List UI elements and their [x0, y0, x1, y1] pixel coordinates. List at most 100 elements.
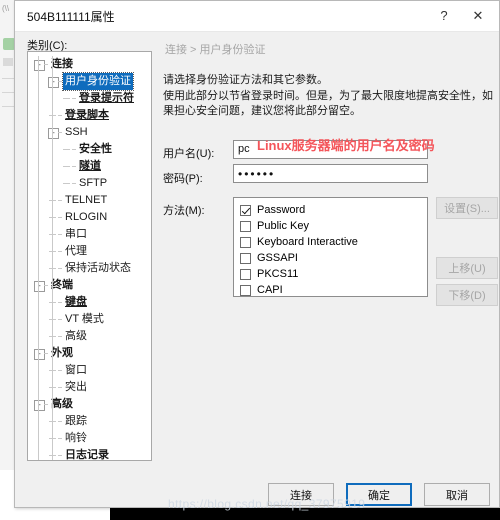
tree-connector: [72, 98, 76, 99]
tree-item[interactable]: RLOGIN: [28, 209, 151, 226]
tree-item-label: 登录提示符: [79, 92, 134, 104]
category-tree[interactable]: - 连接 - 用户身份验证 登录提示符 登录脚本 - SSH 安全性 隧道 SFTP TELNET RL…: [27, 51, 152, 461]
tree-item[interactable]: 高级: [28, 328, 151, 345]
help-icon[interactable]: ?: [427, 1, 461, 30]
username-input[interactable]: pc: [233, 140, 428, 159]
tree-item[interactable]: - 连接: [28, 56, 151, 73]
tree-item[interactable]: - 终端: [28, 277, 151, 294]
tree-item[interactable]: 登录提示符: [28, 90, 151, 107]
tree-connector: [58, 268, 62, 269]
tree-item[interactable]: 键盘: [28, 294, 151, 311]
tree-item-label: 保持活动状态: [65, 262, 131, 274]
method-label-text: Password: [257, 204, 306, 216]
tree-item[interactable]: 响铃: [28, 430, 151, 447]
tree-item[interactable]: - 用户身份验证: [28, 72, 151, 91]
breadcrumb: 连接 > 用户身份验证: [165, 44, 266, 56]
tree-connector: [63, 166, 70, 167]
tree-connector: [72, 183, 76, 184]
tree-connector: [58, 234, 62, 235]
username-label: 用户名(U):: [163, 148, 215, 160]
tree-item[interactable]: SFTP: [28, 175, 151, 192]
checkbox-icon[interactable]: [240, 236, 251, 248]
move-up-button[interactable]: 上移(U): [436, 257, 498, 279]
tree-item[interactable]: 跟踪: [28, 413, 151, 430]
password-input[interactable]: ••••••: [233, 164, 428, 183]
tree-guide-line: [52, 56, 53, 460]
method-list[interactable]: Password Public Key Keyboard Interactive GS…: [233, 197, 428, 297]
checkbox-icon[interactable]: [240, 284, 251, 296]
background-file-icon: [3, 58, 13, 66]
tree-connector: [58, 132, 62, 133]
tree-item[interactable]: 日志记录: [28, 447, 151, 461]
window-title: 504B111111属性: [27, 9, 115, 24]
method-checkbox-row[interactable]: GSSAPI: [240, 250, 427, 266]
tree-connector: [44, 353, 48, 354]
tree-item-label: RLOGIN: [65, 211, 108, 223]
tree-connector: [58, 438, 62, 439]
tree-item-label: 隧道: [79, 160, 101, 172]
tree-item-label: SSH: [65, 126, 88, 138]
tree-item[interactable]: 窗口: [28, 362, 151, 379]
tree-item-label: 用户身份验证: [62, 72, 134, 91]
tree-connector: [58, 387, 62, 388]
tree-item[interactable]: 代理: [28, 243, 151, 260]
tree-item[interactable]: - SSH: [28, 124, 151, 141]
method-checkbox-row[interactable]: Public Key: [240, 218, 427, 234]
settings-button[interactable]: 设置(S)...: [436, 197, 498, 219]
tree-connector: [58, 81, 62, 82]
tree-connector: [58, 319, 62, 320]
method-checkbox-row[interactable]: CAPI: [240, 282, 427, 298]
tree-item-label: SFTP: [79, 177, 108, 189]
tree-item-label: 高级: [65, 330, 87, 342]
method-label: 方法(M):: [163, 205, 205, 217]
tree-connector: [58, 251, 62, 252]
title-bar-buttons: ? ✕: [427, 1, 495, 30]
tree-expander-icon[interactable]: -: [48, 77, 59, 88]
tree-item[interactable]: 安全性: [28, 141, 151, 158]
tree-guide-line: [38, 56, 39, 460]
checkbox-checked-icon[interactable]: [240, 204, 251, 216]
description-line-2: 使用此部分以节省登录时间。但是，为了最大限度地提高安全性，如果担心安全问题，建议…: [163, 90, 493, 117]
tree-connector: [63, 98, 70, 99]
tree-item[interactable]: - 高级: [28, 396, 151, 413]
method-checkbox-row[interactable]: Password: [240, 202, 427, 218]
tree-expander-icon[interactable]: -: [48, 128, 59, 139]
tree-item-label: 安全性: [79, 143, 112, 155]
close-icon[interactable]: ✕: [461, 1, 495, 30]
tree-item[interactable]: 登录脚本: [28, 107, 151, 124]
description-line-1: 请选择身份验证方法和其它参数。: [163, 74, 328, 86]
tree-item[interactable]: - 外观: [28, 345, 151, 362]
tree-connector: [58, 336, 62, 337]
tree-item[interactable]: VT 模式: [28, 311, 151, 328]
tree-item-label: 登录脚本: [65, 109, 109, 121]
tree-expander-icon[interactable]: -: [34, 400, 45, 411]
cancel-button[interactable]: 取消: [424, 483, 490, 506]
tree-connector: [58, 421, 62, 422]
tree-expander-icon[interactable]: -: [34, 60, 45, 71]
tree-expander-icon[interactable]: -: [34, 349, 45, 360]
checkbox-icon[interactable]: [240, 268, 251, 280]
tree-item-label: 串口: [65, 228, 87, 240]
tree-connector: [58, 302, 62, 303]
tree-item[interactable]: 保持活动状态: [28, 260, 151, 277]
tree-item-label: 日志记录: [65, 449, 109, 461]
tree-item-label: 突出: [65, 381, 87, 393]
checkbox-icon[interactable]: [240, 220, 251, 232]
tree-item[interactable]: 突出: [28, 379, 151, 396]
tree-item[interactable]: 串口: [28, 226, 151, 243]
move-down-button[interactable]: 下移(D): [436, 284, 498, 306]
tree-connector: [44, 64, 48, 65]
tree-expander-icon[interactable]: -: [34, 281, 45, 292]
tree-item[interactable]: TELNET: [28, 192, 151, 209]
tree-connector: [63, 183, 70, 184]
background-window-text: (\\: [2, 4, 10, 13]
method-checkbox-row[interactable]: Keyboard Interactive: [240, 234, 427, 250]
tree-item-label: 键盘: [65, 296, 87, 308]
checkbox-icon[interactable]: [240, 252, 251, 264]
method-label-text: PKCS11: [257, 268, 299, 280]
method-checkbox-row[interactable]: PKCS11: [240, 266, 427, 282]
tree-item[interactable]: 隧道: [28, 158, 151, 175]
connect-button[interactable]: 连接: [268, 483, 334, 506]
ok-button[interactable]: 确定: [346, 483, 412, 506]
tree-item-label: 跟踪: [65, 415, 87, 427]
